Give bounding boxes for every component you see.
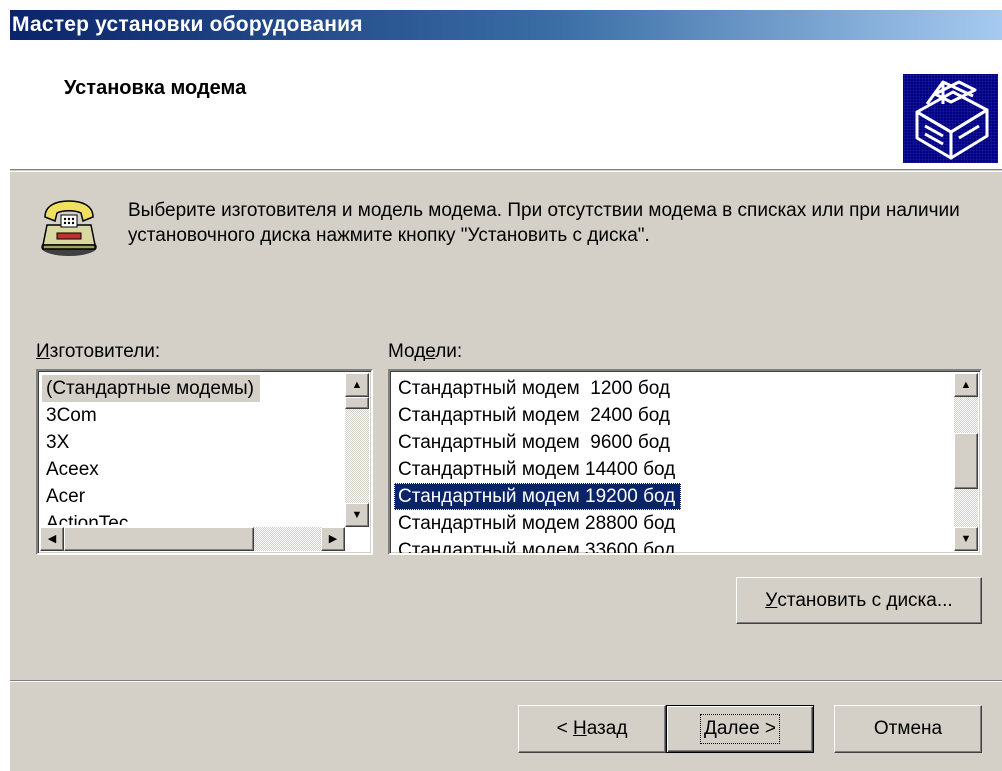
cancel-button[interactable]: Отмена — [834, 705, 982, 753]
scroll-left-button[interactable]: ◀ — [40, 527, 64, 551]
manufacturers-label-text: зготовители: — [49, 341, 161, 362]
list-item-label: Стандартный модем 28800 бод — [398, 513, 676, 534]
models-list: Стандартный модем 1200 бод Стандартный мо… — [394, 375, 952, 553]
list-item[interactable]: Aceex — [42, 456, 343, 483]
list-item-label: (Стандартные модемы) — [42, 375, 261, 402]
models-label: Модели: — [388, 341, 462, 363]
list-item-label: Aceex — [46, 459, 99, 480]
hardware-wizard-icon — [903, 74, 998, 163]
next-label: Далее > — [699, 714, 781, 744]
list-item-label: Стандартный модем 33600 бод — [398, 540, 676, 553]
window-title: Мастер установки оборудования — [12, 13, 363, 36]
list-item-label: Acer — [46, 486, 86, 507]
models-listbox[interactable]: Стандартный модем 1200 бод Стандартный мо… — [388, 369, 982, 555]
list-item[interactable]: Acer — [42, 483, 343, 510]
manufacturers-label: Изготовители: — [36, 341, 160, 363]
manufacturers-label-accel: И — [36, 341, 50, 362]
list-item-label: Стандартный модем 1200 бод — [398, 378, 670, 399]
back-button[interactable]: < Назад — [518, 705, 666, 753]
next-button[interactable]: Далее > — [666, 705, 814, 753]
title-bar[interactable]: Мастер установки оборудования — [10, 10, 1002, 40]
list-item-label: 3X — [46, 432, 70, 453]
list-item-label: 3Com — [46, 405, 97, 426]
scroll-thumb[interactable] — [954, 433, 978, 489]
list-item[interactable]: Стандартный модем 14400 бод — [394, 456, 952, 483]
telephone-icon — [37, 195, 101, 259]
list-item-label: ActionTec — [46, 513, 129, 525]
manufacturers-listbox[interactable]: (Стандартные модемы) 3Com 3X Aceex Acer Actio… — [36, 369, 373, 555]
list-item-label: Стандартный модем 9600 бод — [398, 432, 670, 453]
have-disk-accel: У — [765, 589, 778, 611]
wizard-header: Установка модема — [10, 40, 1002, 170]
list-item[interactable]: Стандартный модем 1200 бод — [394, 375, 952, 402]
scroll-thumb[interactable] — [345, 397, 369, 409]
list-item[interactable]: Стандартный модем 33600 бод — [394, 537, 952, 553]
back-label: азад — [586, 718, 628, 739]
back-label-pre: < — [556, 718, 573, 739]
page-title: Установка модема — [64, 77, 247, 99]
list-item[interactable]: (Стандартные модемы) — [42, 375, 343, 402]
scroll-down-button[interactable]: ▼ — [954, 527, 978, 551]
models-vscroll[interactable]: ▲ ▼ — [954, 373, 978, 551]
have-disk-button[interactable]: Установить с диска... — [736, 577, 982, 624]
hardware-box-icon — [915, 80, 989, 160]
list-item[interactable]: ActionTec — [42, 510, 343, 525]
scroll-right-button[interactable]: ▶ — [321, 527, 345, 551]
list-item[interactable]: Стандартный модем 2400 бод — [394, 402, 952, 429]
list-item-label: Стандартный модем 2400 бод — [398, 405, 670, 426]
list-item[interactable]: 3Com — [42, 402, 343, 429]
models-label-accel: е — [425, 341, 436, 362]
manufacturers-hscroll[interactable]: ◀ ▶ — [40, 527, 345, 551]
list-item[interactable]: Стандартный модем 28800 бод — [394, 510, 952, 537]
list-item[interactable]: Стандартный модем 19200 бод — [394, 483, 952, 510]
manufacturers-list: (Стандартные модемы) 3Com 3X Aceex Acer Actio… — [42, 375, 343, 525]
list-item-label: Стандартный модем 19200 бод — [394, 483, 682, 510]
instructions-text: Выберите изготовителя и модель модема. П… — [128, 200, 960, 246]
list-item[interactable]: Стандартный модем 9600 бод — [394, 429, 952, 456]
models-label-post: ли: — [435, 341, 463, 362]
scroll-down-button[interactable]: ▼ — [345, 503, 369, 527]
scroll-up-button[interactable]: ▲ — [345, 373, 369, 397]
list-item[interactable]: 3X — [42, 429, 343, 456]
back-accel: Н — [572, 718, 587, 739]
models-label-pre: Мод — [388, 341, 426, 362]
footer-separator — [10, 680, 1002, 682]
scroll-up-button[interactable]: ▲ — [954, 373, 978, 397]
have-disk-label: становить с диска... — [777, 589, 953, 611]
cancel-label: Отмена — [873, 718, 943, 739]
manufacturers-vscroll[interactable]: ▲ ▼ — [345, 373, 369, 527]
list-item-label: Стандартный модем 14400 бод — [398, 459, 676, 480]
hardware-wizard-window: Мастер установки оборудования Установка … — [8, 8, 1002, 771]
header-separator — [10, 171, 1002, 172]
hscroll-thumb[interactable] — [64, 527, 254, 551]
